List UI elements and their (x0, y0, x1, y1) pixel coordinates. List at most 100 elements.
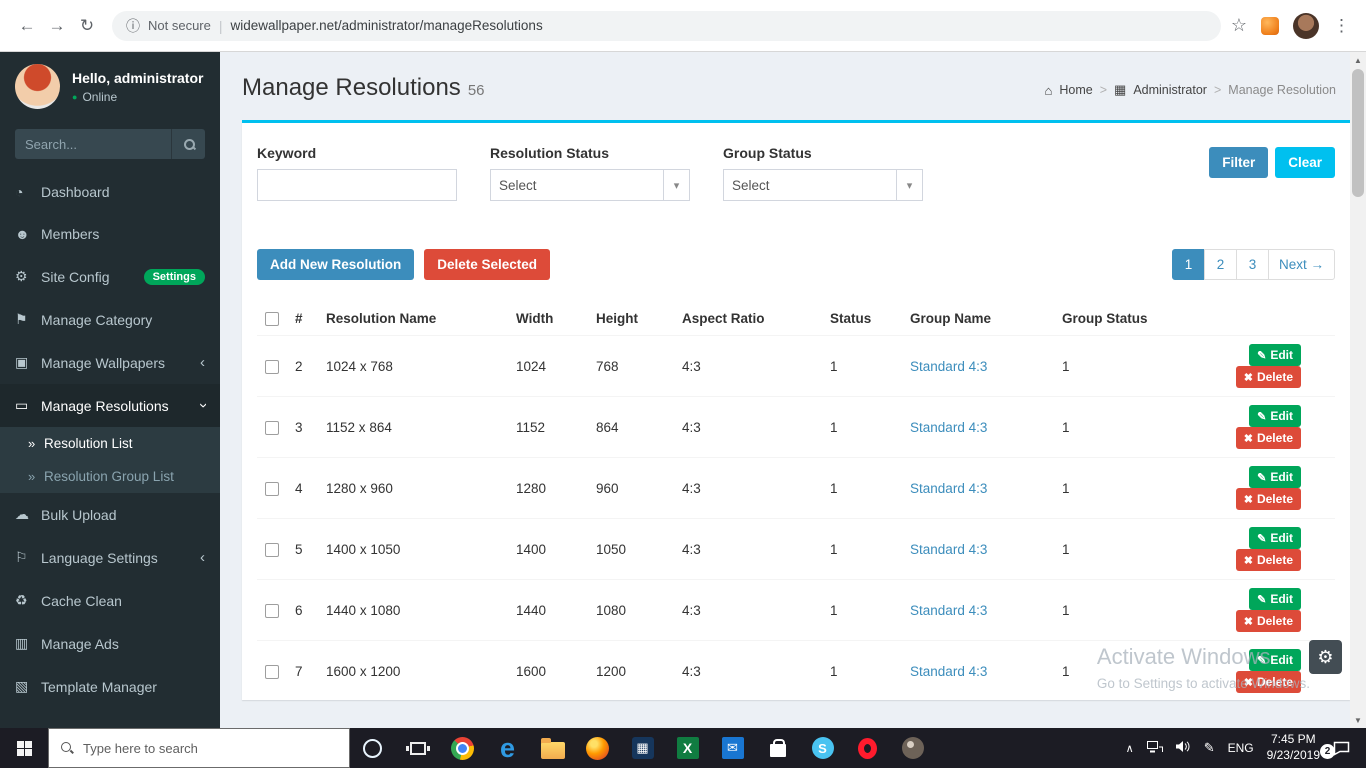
group-name-link[interactable]: Standard 4:3 (910, 664, 987, 679)
group-name-link[interactable]: Standard 4:3 (910, 420, 987, 435)
pagination-page-3[interactable]: 3 (1236, 249, 1269, 280)
delete-button[interactable]: ✖Delete (1236, 671, 1301, 693)
gimp-taskbar-button[interactable] (890, 728, 935, 768)
delete-selected-button[interactable]: Delete Selected (424, 249, 550, 280)
back-icon[interactable]: ← (12, 11, 42, 41)
clock[interactable]: 7:45 PM 9/23/2019 (1267, 732, 1320, 763)
edit-icon: ✎ (1257, 411, 1266, 423)
pagination-page-1[interactable]: 1 (1172, 249, 1205, 280)
volume-icon[interactable] (1176, 740, 1191, 756)
sidebar-item-dashboard[interactable]: ◔ Dashboard (0, 171, 220, 213)
scroll-down-icon[interactable]: ▼ (1350, 712, 1366, 728)
sidebar-item-bulk-upload[interactable]: ☁ Bulk Upload (0, 493, 220, 536)
group-name-link[interactable]: Standard 4:3 (910, 603, 987, 618)
sidebar-search-button[interactable] (171, 129, 205, 159)
row-checkbox[interactable] (265, 482, 279, 496)
sidebar-item-members[interactable]: ☻ Members (0, 213, 220, 255)
sidebar-item-cache-clean[interactable]: ♻ Cache Clean (0, 579, 220, 622)
edge-taskbar-button[interactable]: e (485, 728, 530, 768)
browser-profile-avatar[interactable] (1293, 13, 1319, 39)
start-button[interactable] (0, 728, 48, 768)
firefox-taskbar-button[interactable] (575, 728, 620, 768)
tray-chevron-icon[interactable]: ∧ (1126, 742, 1134, 755)
task-view-button[interactable] (395, 728, 440, 768)
cell-height: 960 (588, 458, 674, 519)
address-bar[interactable]: ⓘ Not secure | widewallpaper.net/adminis… (112, 11, 1221, 41)
row-checkbox[interactable] (265, 421, 279, 435)
row-checkbox[interactable] (265, 604, 279, 618)
edit-button[interactable]: ✎Edit (1249, 649, 1301, 671)
firefox-icon (586, 737, 609, 760)
row-checkbox[interactable] (265, 543, 279, 557)
calculator-taskbar-button[interactable]: ▦ (620, 728, 665, 768)
taskbar-search[interactable]: Type here to search (48, 728, 350, 768)
cell-status: 1 (822, 458, 902, 519)
sidebar-item-site-config[interactable]: ⚙ Site Config Settings (0, 255, 220, 298)
group-name-link[interactable]: Standard 4:3 (910, 542, 987, 557)
sidebar-item-resolution-list[interactable]: » Resolution List (0, 427, 220, 460)
cortana-button[interactable] (350, 728, 395, 768)
row-checkbox[interactable] (265, 360, 279, 374)
delete-button[interactable]: ✖Delete (1236, 427, 1301, 449)
delete-button[interactable]: ✖Delete (1236, 488, 1301, 510)
opera-taskbar-button[interactable] (845, 728, 890, 768)
sidebar-item-manage-ads[interactable]: ▥ Manage Ads (0, 622, 220, 665)
delete-button[interactable]: ✖Delete (1236, 549, 1301, 571)
scroll-up-icon[interactable]: ▲ (1350, 52, 1366, 68)
pagination-next[interactable]: Next → (1268, 249, 1335, 280)
delete-button[interactable]: ✖Delete (1236, 610, 1301, 632)
edit-button[interactable]: ✎Edit (1249, 527, 1301, 549)
action-center-button[interactable]: 2 (1333, 741, 1356, 756)
taskbar-search-placeholder: Type here to search (83, 741, 198, 756)
bookmark-star-icon[interactable]: ☆ (1231, 15, 1247, 36)
gimp-icon (902, 737, 924, 759)
extension-icon[interactable] (1261, 17, 1279, 35)
browser-menu-icon[interactable]: ⋮ (1333, 16, 1350, 36)
sidebar-search-input[interactable] (15, 129, 171, 159)
excel-taskbar-button[interactable]: X (665, 728, 710, 768)
outlook-taskbar-button[interactable]: ✉ (710, 728, 755, 768)
row-checkbox[interactable] (265, 665, 279, 679)
sidebar-item-template-manager[interactable]: ▧ Template Manager (0, 665, 220, 708)
settings-badge: Settings (144, 269, 205, 285)
edit-button[interactable]: ✎Edit (1249, 344, 1301, 366)
pen-icon[interactable]: ✎ (1204, 740, 1215, 756)
security-label: Not secure (148, 18, 211, 33)
edit-button[interactable]: ✎Edit (1249, 405, 1301, 427)
group-name-link[interactable]: Standard 4:3 (910, 481, 987, 496)
cell-group-status: 1 (1054, 519, 1204, 580)
online-dot-icon: ● (72, 92, 77, 102)
settings-gear-button[interactable]: ⚙ (1309, 640, 1342, 674)
delete-button[interactable]: ✖Delete (1236, 366, 1301, 388)
scrollbar-thumb[interactable] (1352, 69, 1364, 197)
edit-button[interactable]: ✎Edit (1249, 588, 1301, 610)
clear-button[interactable]: Clear (1275, 147, 1335, 178)
sidebar-item-manage-wallpapers[interactable]: ▣ Manage Wallpapers ‹ (0, 341, 220, 384)
store-taskbar-button[interactable] (755, 728, 800, 768)
reload-icon[interactable]: ↻ (72, 11, 102, 41)
skype-taskbar-button[interactable]: S (800, 728, 845, 768)
browser-scrollbar[interactable]: ▲ ▼ (1350, 52, 1366, 728)
breadcrumb-administrator[interactable]: Administrator (1133, 83, 1207, 97)
sidebar-item-manage-resolutions[interactable]: ▭ Manage Resolutions ‹ (0, 384, 220, 427)
forward-icon[interactable]: → (42, 11, 72, 41)
language-indicator[interactable]: ENG (1228, 741, 1254, 755)
network-icon[interactable] (1147, 740, 1163, 756)
edit-button[interactable]: ✎Edit (1249, 466, 1301, 488)
select-all-checkbox[interactable] (265, 312, 279, 326)
breadcrumb-home[interactable]: Home (1059, 83, 1092, 97)
group-name-link[interactable]: Standard 4:3 (910, 359, 987, 374)
chrome-taskbar-button[interactable] (440, 728, 485, 768)
sidebar-item-resolution-group-list[interactable]: » Resolution Group List (0, 460, 220, 493)
sidebar-item-manage-category[interactable]: ⚑ Manage Category (0, 298, 220, 341)
pagination-page-2[interactable]: 2 (1204, 249, 1237, 280)
sidebar-item-language-settings[interactable]: ⚐ Language Settings ‹ (0, 536, 220, 579)
keyword-input[interactable] (257, 169, 457, 201)
add-new-resolution-button[interactable]: Add New Resolution (257, 249, 414, 280)
resolution-status-select[interactable]: Select ▾ (490, 169, 690, 201)
group-status-select[interactable]: Select ▾ (723, 169, 923, 201)
task-view-icon (410, 742, 426, 755)
file-explorer-button[interactable] (530, 728, 575, 768)
filter-button[interactable]: Filter (1209, 147, 1268, 178)
info-icon[interactable]: ⓘ (126, 16, 140, 36)
